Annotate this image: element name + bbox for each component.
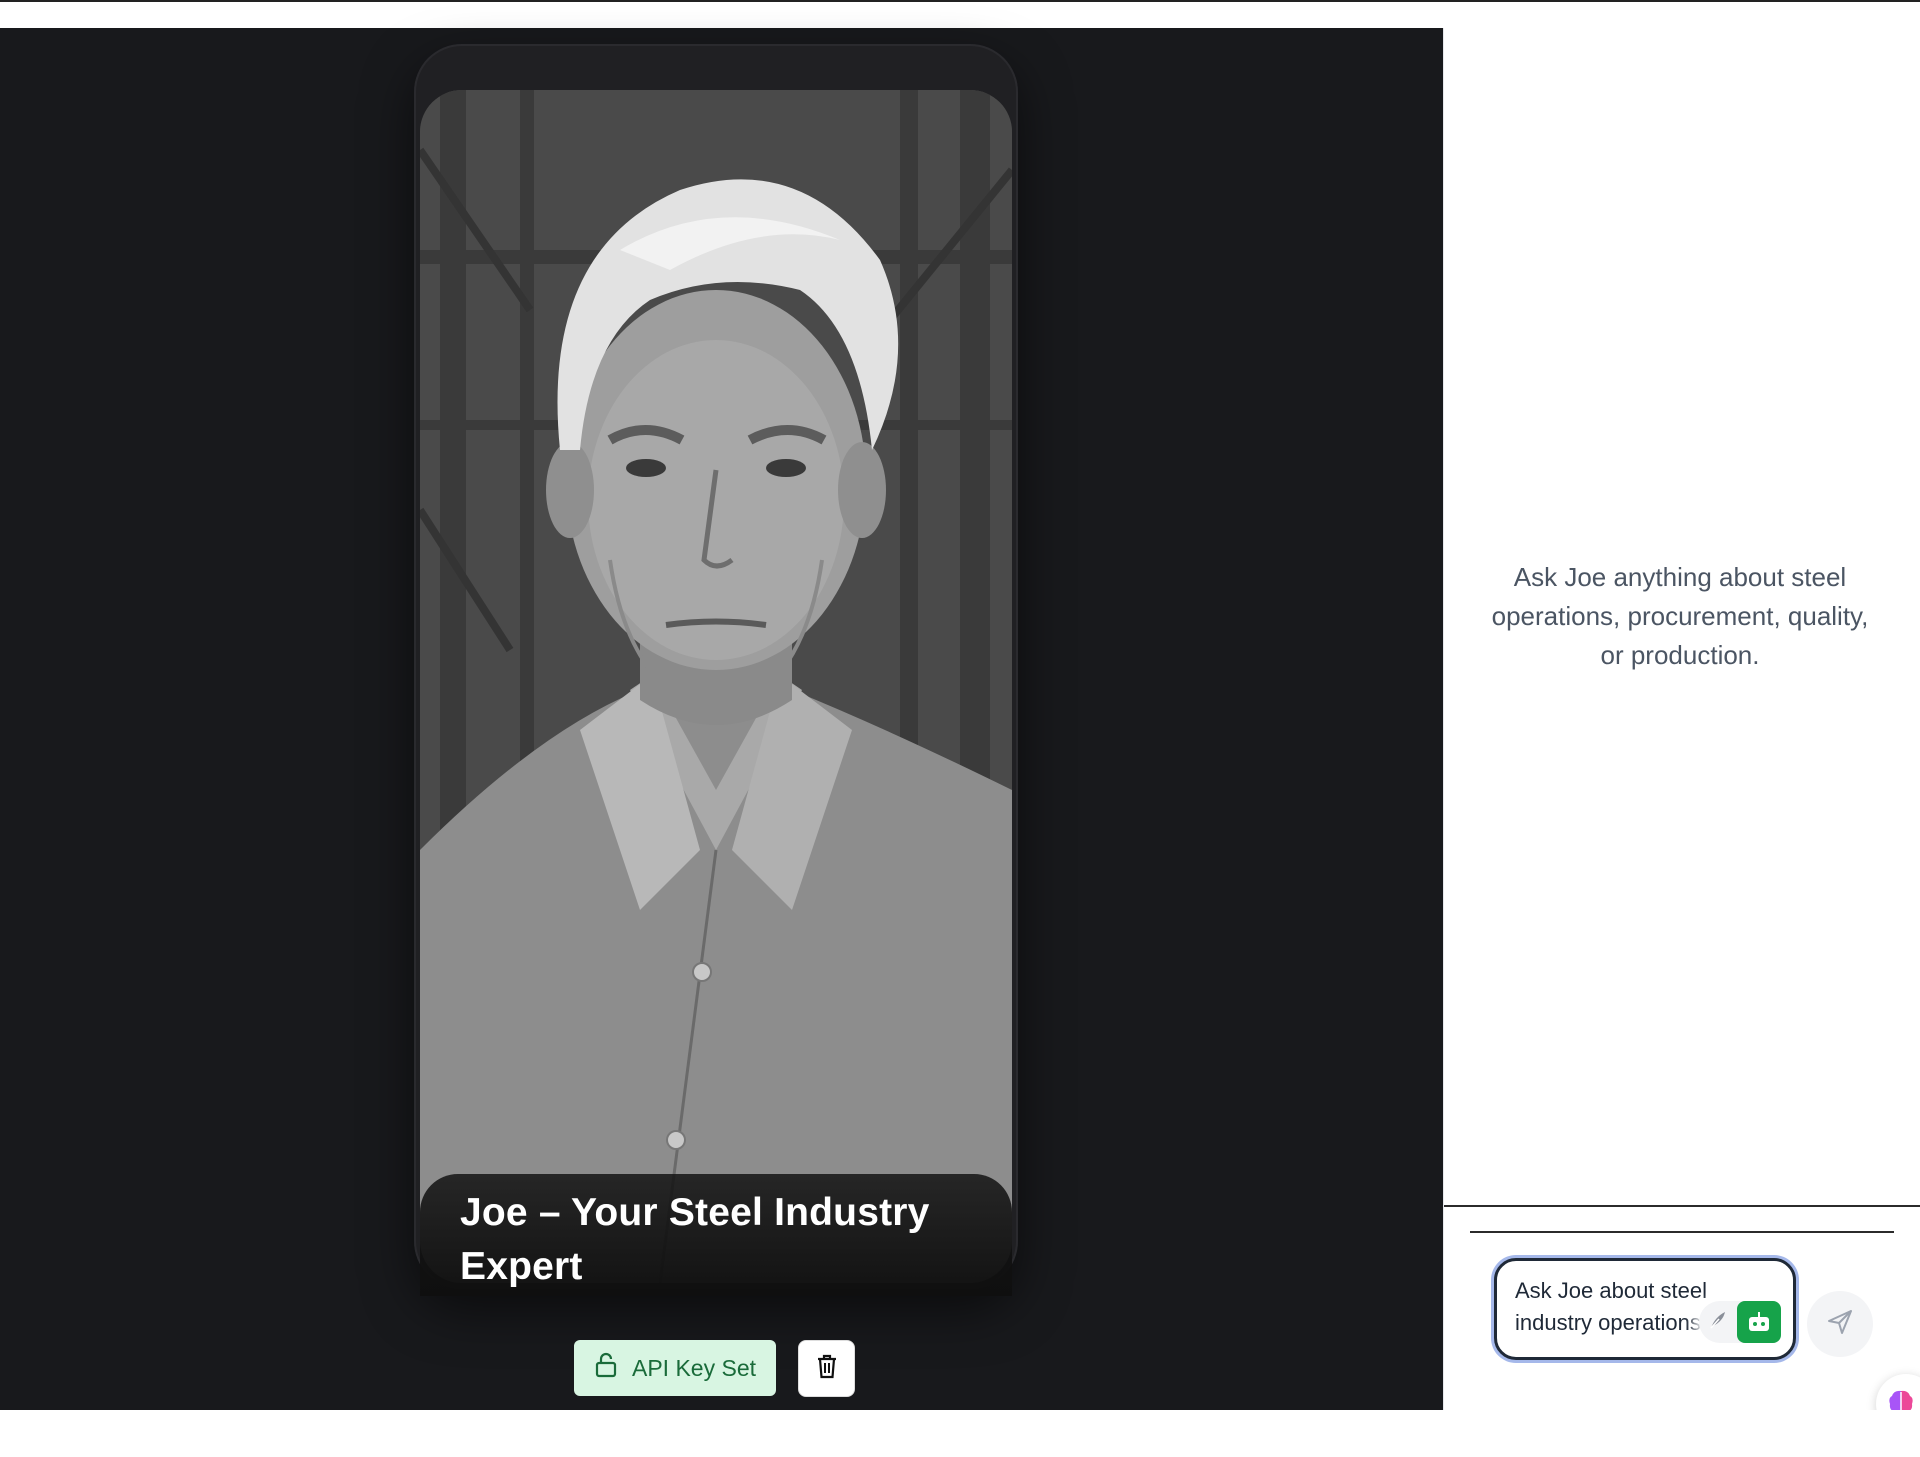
top-browser-strip [0,0,1920,28]
portrait-caption: Joe – Your Steel Industry Expert [420,1174,1012,1296]
bottom-browser-strip [0,1410,1920,1457]
lock-icon [594,1352,618,1384]
api-key-set-button[interactable]: API Key Set [574,1340,777,1396]
chat-empty-hint: Ask Joe anything about steel operations,… [1491,562,1869,670]
send-button[interactable] [1807,1291,1873,1357]
chat-panel: Ask Joe anything about steel operations,… [1443,28,1920,1434]
expert-portrait [420,90,1012,1283]
send-icon [1826,1308,1854,1341]
chat-input-divider [1470,1231,1894,1233]
delete-api-key-button[interactable] [798,1339,856,1397]
chat-input-field[interactable]: Ask Joe about steel industry operations [1494,1258,1796,1360]
portrait-card: Joe – Your Steel Industry Expert [414,44,1018,1296]
avatar-stage: Joe – Your Steel Industry Expert API Key… [0,28,1443,1410]
api-key-label: API Key Set [632,1354,757,1381]
trash-icon [815,1353,839,1384]
expert-title: Joe – Your Steel Industry Expert [460,1191,930,1288]
portrait-illustration [420,90,1012,1283]
chat-divider [1444,1205,1920,1207]
api-controls: API Key Set [574,1339,856,1397]
bot-icon[interactable] [1737,1301,1781,1343]
feather-icon[interactable] [1707,1309,1729,1336]
assist-toolbar [1699,1301,1781,1343]
